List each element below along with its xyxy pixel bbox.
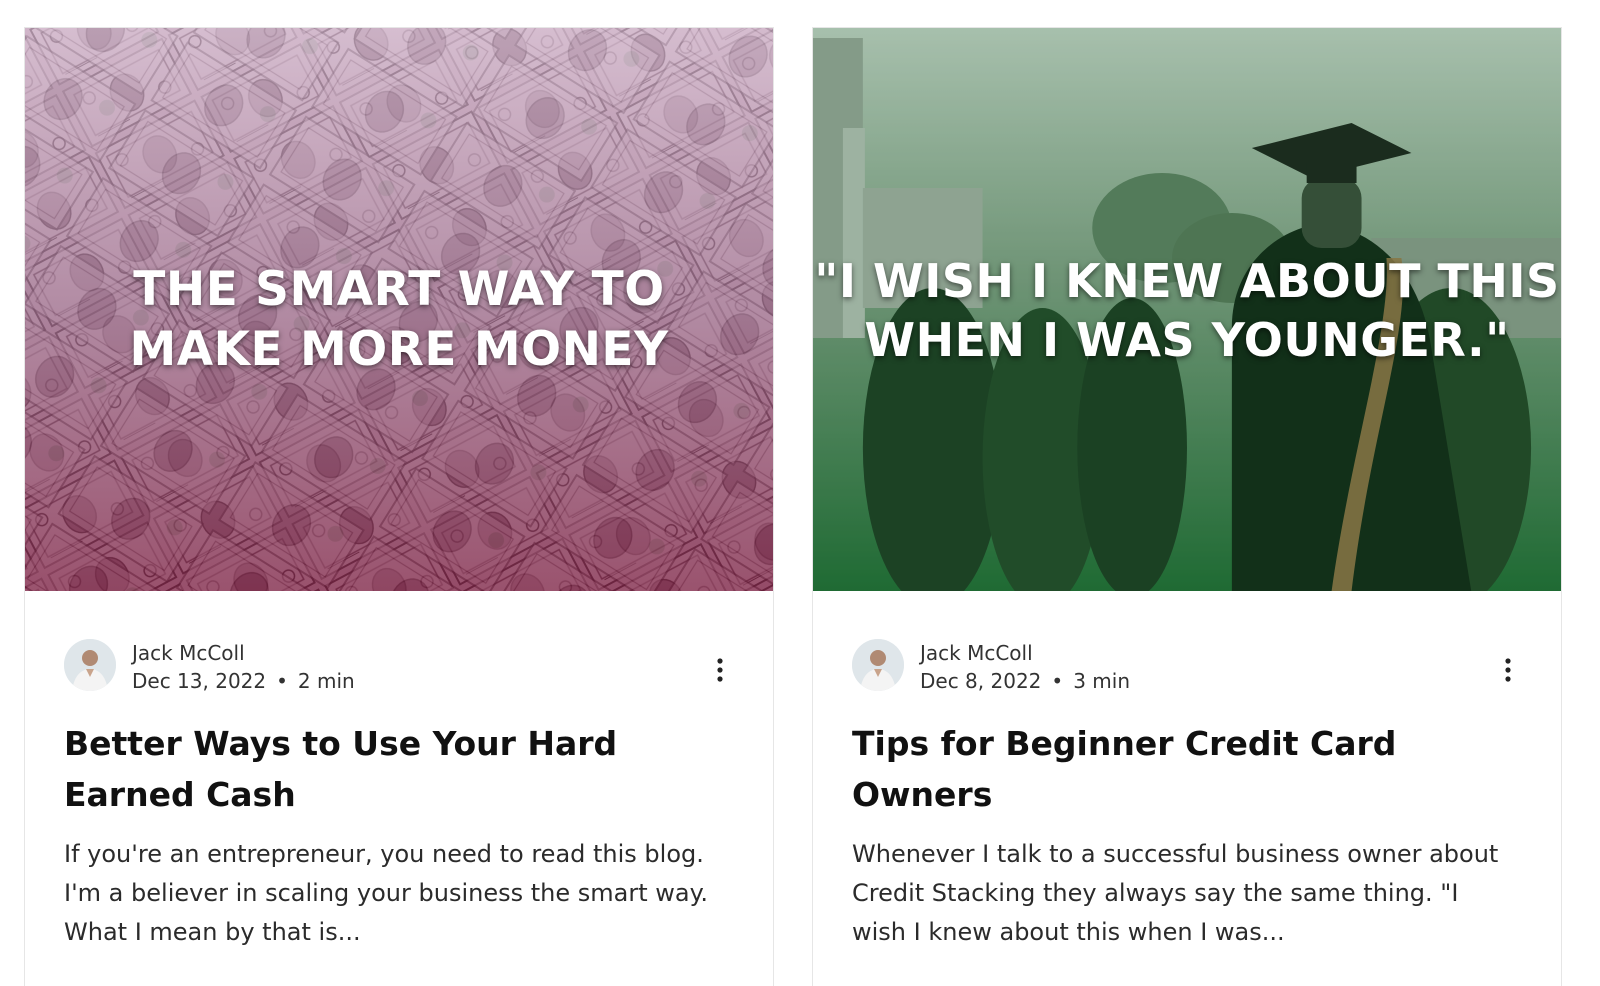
post-excerpt: If you're an entrepreneur, you need to r… bbox=[64, 840, 708, 946]
more-vertical-icon[interactable] bbox=[1500, 657, 1516, 685]
person-icon bbox=[64, 639, 116, 691]
read-time: 2 min bbox=[297, 669, 355, 693]
author-avatar[interactable] bbox=[852, 639, 904, 691]
cover-headline-line1: THE SMART WAY TO bbox=[133, 262, 665, 317]
cover-headline: "I WISH I KNEW ABOUT THIS WHEN I WAS YOU… bbox=[813, 252, 1561, 370]
blog-post-card[interactable]: THE SMART WAY TO MAKE MORE MONEY Jack Mc… bbox=[24, 27, 774, 986]
post-meta: Jack McColl Dec 13, 2022 • 2 min bbox=[64, 639, 734, 695]
blog-post-card[interactable]: "I WISH I KNEW ABOUT THIS WHEN I WAS YOU… bbox=[812, 27, 1562, 986]
read-time: 3 min bbox=[1073, 669, 1130, 693]
post-cover-image[interactable]: THE SMART WAY TO MAKE MORE MONEY bbox=[25, 28, 773, 591]
separator-dot: • bbox=[276, 669, 288, 693]
post-date-line: Dec 8, 2022 • 3 min bbox=[920, 669, 1130, 693]
separator-dot: • bbox=[1051, 669, 1064, 693]
blog-post-grid: THE SMART WAY TO MAKE MORE MONEY Jack Mc… bbox=[0, 0, 1600, 986]
post-meta: Jack McColl Dec 8, 2022 • 3 min bbox=[852, 639, 1522, 695]
author-name[interactable]: Jack McColl bbox=[920, 641, 1033, 665]
post-date: Dec 8, 2022 bbox=[920, 669, 1042, 693]
post-excerpt: Whenever I talk to a successful business… bbox=[852, 840, 1499, 946]
cover-headline-line1: "I WISH I KNEW ABOUT THIS bbox=[814, 254, 1560, 308]
author-name[interactable]: Jack McColl bbox=[132, 641, 245, 665]
post-cover-image[interactable]: "I WISH I KNEW ABOUT THIS WHEN I WAS YOU… bbox=[813, 28, 1561, 591]
more-vertical-icon[interactable] bbox=[712, 657, 728, 685]
cover-headline-line2: MAKE MORE MONEY bbox=[129, 322, 669, 377]
cover-headline: THE SMART WAY TO MAKE MORE MONEY bbox=[25, 260, 773, 380]
author-avatar[interactable] bbox=[64, 639, 116, 691]
person-icon bbox=[852, 639, 904, 691]
post-date-line: Dec 13, 2022 • 2 min bbox=[132, 669, 355, 693]
post-date: Dec 13, 2022 bbox=[132, 669, 267, 693]
post-title[interactable]: Better Ways to Use Your Hard Earned Cash bbox=[64, 718, 713, 820]
cover-headline-line2: WHEN I WAS YOUNGER." bbox=[864, 313, 1510, 367]
post-title[interactable]: Tips for Beginner Credit Card Owners bbox=[852, 718, 1501, 820]
